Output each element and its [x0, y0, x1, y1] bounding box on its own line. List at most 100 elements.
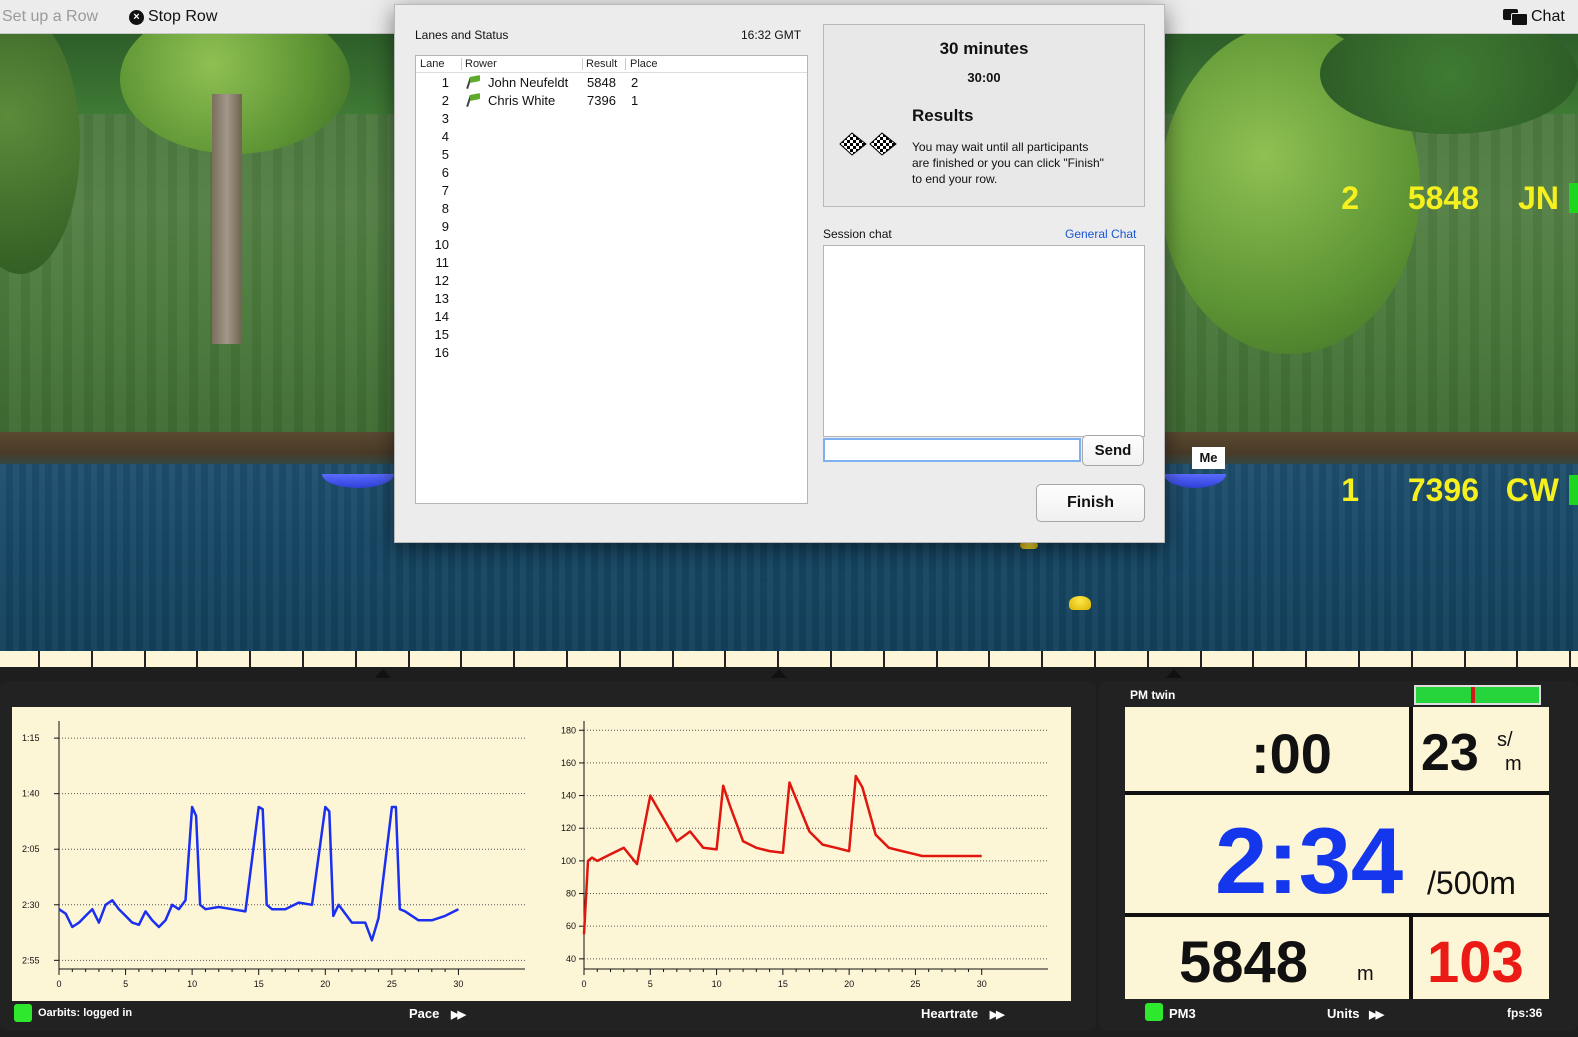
pace-graph-button[interactable]: Pace ▶▶ [409, 1006, 466, 1021]
pm-distance-cell: 5848 m [1125, 917, 1409, 999]
session-chat-log[interactable] [823, 245, 1145, 437]
lane-rower: John Neufeldt [488, 75, 569, 90]
pm-heartrate-cell: 103 [1413, 917, 1549, 999]
x-tick-label: 25 [387, 979, 397, 989]
ruler-tick [936, 651, 938, 667]
pm-time: :00 [1251, 722, 1332, 785]
y-tick-label: 1:40 [22, 789, 40, 799]
finish-button[interactable]: Finish [1036, 484, 1145, 522]
column-header-place[interactable]: Place [630, 58, 658, 70]
heartrate-graph-label: Heartrate [921, 1006, 979, 1021]
pm-time-cell: :00 [1125, 707, 1409, 791]
lane-row[interactable]: 16 [416, 345, 807, 363]
units-button[interactable]: Units ▶▶ [1327, 1006, 1384, 1021]
ruler-tick [1305, 651, 1307, 667]
lane-row[interactable]: 12 [416, 273, 807, 291]
pm-title: PM twin [1130, 688, 1176, 702]
pm-distance-unit: m [1357, 963, 1374, 985]
ruler-tick [144, 651, 146, 667]
y-tick-label: 100 [561, 856, 576, 866]
login-status-indicator [14, 1004, 32, 1022]
fast-forward-icon: ▶▶ [989, 1009, 1005, 1021]
pm-spm: 23 [1421, 724, 1479, 782]
lane-row[interactable]: 7 [416, 183, 807, 201]
lane-row[interactable]: 11 [416, 255, 807, 273]
pm-pace-cell: 2:34 /500m [1125, 795, 1549, 913]
pm-spm-cell: 23 s/ m [1413, 707, 1549, 791]
ruler-tick [460, 651, 462, 667]
ruler-tick [1147, 651, 1149, 667]
lane-number: 2 [441, 93, 449, 108]
lane-row[interactable]: 9 [416, 219, 807, 237]
position-marker [771, 669, 787, 678]
lane-row[interactable]: 13 [416, 291, 807, 309]
pace-graph-label: Pace [409, 1006, 440, 1021]
general-chat-link[interactable]: General Chat [1065, 227, 1136, 241]
column-header-lane[interactable]: Lane [420, 58, 444, 70]
lane-row[interactable]: 15 [416, 327, 807, 345]
x-tick-label: 20 [844, 979, 854, 989]
close-circle-icon: × [129, 9, 144, 25]
results-text-line: are finished or you can click "Finish" [912, 156, 1104, 170]
lane-row[interactable]: 10 [416, 237, 807, 255]
login-status-text: Oarbits: logged in [38, 1007, 133, 1019]
lane-row[interactable]: 14 [416, 309, 807, 327]
ruler-tick [249, 651, 251, 667]
y-tick-label: 2:30 [22, 900, 40, 910]
ruler-tick [1569, 651, 1571, 667]
lane-color-marker [1569, 183, 1578, 213]
scoreboard-initials: JN [1518, 180, 1559, 216]
column-header-rower[interactable]: Rower [465, 58, 497, 70]
ruler-tick [830, 651, 832, 667]
pm3-label: PM3 [1169, 1006, 1196, 1021]
heartrate-graph-button[interactable]: Heartrate ▶▶ [921, 1006, 1005, 1021]
x-tick-label: 10 [712, 979, 722, 989]
y-tick-label: 160 [561, 758, 576, 768]
y-tick-label: 80 [566, 889, 576, 899]
series-line [58, 805, 459, 942]
fast-forward-icon: ▶▶ [1369, 1009, 1384, 1021]
scoreboard-distance: 5848 [1407, 180, 1479, 216]
ruler-tick [1516, 651, 1518, 667]
pm-pace-unit: /500m [1427, 865, 1516, 901]
graph-area: 1:15 1:40 2:05 2:30 2:55 0 5 10 15 20 25 30 180 160 1… [12, 707, 1071, 1001]
lane-row[interactable]: 8 [416, 201, 807, 219]
x-tick-label: 5 [648, 979, 653, 989]
setup-row-button[interactable]: Set up a Row [2, 8, 98, 26]
lane-row[interactable]: 4 [416, 129, 807, 147]
ruler-tick [619, 651, 621, 667]
lane-row[interactable]: 3 [416, 111, 807, 129]
rower-flag-icon [465, 93, 481, 107]
lane-number: 11 [435, 255, 450, 270]
lane-row[interactable]: 5 [416, 147, 807, 165]
lane-number: 6 [441, 165, 449, 180]
chat-message-input[interactable] [823, 438, 1081, 462]
ruler-tick [1200, 651, 1202, 667]
setup-row-label: Set up a Row [2, 8, 99, 25]
lane-number: 1 [441, 75, 449, 90]
lane-row[interactable]: 2 Chris White 7396 1 [416, 93, 807, 111]
pm-heartrate: 103 [1427, 930, 1524, 995]
force-gauge [1414, 685, 1541, 705]
results-text-line: You may wait until all participants [912, 140, 1089, 154]
lane-row[interactable]: 1 John Neufeldt 5848 2 [416, 75, 807, 93]
lane-row[interactable]: 6 [416, 165, 807, 183]
clock: 16:32 GMT [741, 28, 802, 42]
ruler-tick [38, 651, 40, 667]
ruler-tick [513, 651, 515, 667]
y-tick-label: 40 [566, 954, 576, 964]
x-tick-label: 15 [254, 979, 264, 989]
workout-title: 30 minutes [939, 39, 1029, 58]
chat-label: Chat [1531, 8, 1565, 25]
session-chat-label: Session chat [823, 227, 892, 241]
pm-display: :00 23 s/ m 2:34 /500m 5848 m 103 [1125, 707, 1549, 999]
lane-number: 15 [434, 327, 449, 342]
chat-bubbles-icon [1503, 8, 1528, 26]
chat-button[interactable]: Chat [1503, 8, 1565, 26]
results-text-line: to end your row. [912, 172, 998, 186]
send-button[interactable]: Send [1082, 435, 1144, 466]
x-tick-label: 25 [910, 979, 920, 989]
stop-row-button[interactable]: × Stop Row [129, 8, 217, 26]
lane-rower: Chris White [488, 93, 556, 108]
column-header-result[interactable]: Result [586, 58, 617, 70]
